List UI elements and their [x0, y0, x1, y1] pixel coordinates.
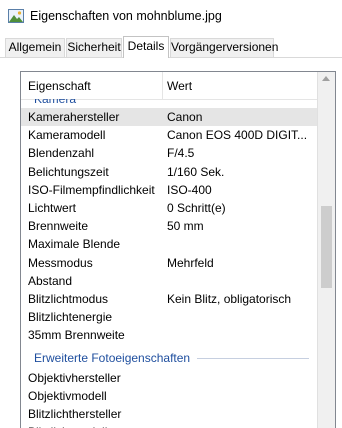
property-name: Blitzlichtmodus	[28, 292, 109, 306]
property-name: Blitzlichtenergie	[28, 310, 113, 325]
tab-allgemein[interactable]: Allgemein	[5, 38, 65, 57]
column-header-property[interactable]: Eigenschaft	[28, 79, 91, 93]
property-value: Canon	[167, 110, 203, 124]
property-name: Lichtwert	[28, 201, 77, 215]
tab-vorgaengerversionen[interactable]: Vorgängerversionen	[170, 38, 278, 57]
property-row[interactable]: ISO-Filmempfindlichkeit ISO-400	[21, 181, 317, 199]
property-name: Objektivhersteller	[28, 370, 121, 385]
property-name: Belichtungszeit	[28, 164, 109, 179]
tab-details[interactable]: Details	[123, 36, 169, 58]
group-header[interactable]: Erweiterte Fotoeigenschaften	[34, 351, 190, 365]
property-value: 50 mm	[167, 219, 204, 234]
property-row[interactable]: Lichtwert 0 Schritt(e)	[21, 199, 317, 217]
window-title: Eigenschaften von mohnblume.jpg	[30, 9, 222, 23]
property-row[interactable]: Maximale Blende	[21, 235, 317, 253]
property-row[interactable]: Objektivmodell	[21, 387, 317, 405]
property-name: Kameramodell	[28, 128, 106, 143]
property-value: Mehrfeld	[167, 255, 214, 270]
property-name: Blitzlichthersteller	[28, 407, 122, 421]
property-value: 0 Schritt(e)	[167, 201, 226, 215]
property-name: Brennweite	[28, 219, 89, 234]
column-separator[interactable]	[162, 72, 163, 99]
property-list[interactable]: Eigenschaft Wert Kamera Kamerahersteller C…	[20, 71, 336, 428]
list-header: Eigenschaft Wert	[21, 72, 317, 100]
vertical-scrollbar[interactable]	[317, 72, 335, 428]
property-name: Blendenzahl	[28, 146, 95, 161]
image-file-icon	[8, 9, 24, 23]
column-header-value[interactable]: Wert	[167, 79, 192, 93]
property-value: Kein Blitz, obligatorisch	[167, 292, 292, 306]
property-row[interactable]: Kameramodell Canon EOS 400D DIGIT...	[21, 126, 317, 144]
list-body: Kamera Kamerahersteller Canon Kameramodell C…	[21, 99, 317, 428]
property-name: ISO-Filmempfindlichkeit	[28, 182, 155, 197]
property-row[interactable]: Blitzlichthersteller	[21, 405, 317, 423]
property-row[interactable]: Belichtungszeit 1/160 Sek.	[21, 163, 317, 181]
property-row[interactable]: Brennweite 50 mm	[21, 217, 317, 235]
property-row[interactable]: Abstand	[21, 272, 317, 290]
property-value: Canon EOS 400D DIGIT...	[167, 128, 308, 143]
property-row[interactable]: Kamerahersteller Canon	[21, 108, 317, 126]
property-row[interactable]: Blitzlichtmodell	[21, 423, 317, 428]
property-row[interactable]: Messmodus Mehrfeld	[21, 254, 317, 272]
property-value: F/4.5	[167, 146, 195, 161]
details-panel: Eigenschaft Wert Kamera Kamerahersteller C…	[0, 58, 342, 428]
property-row[interactable]: Blitzlichtmodus Kein Blitz, obligatorisch	[21, 290, 317, 308]
group-header[interactable]: Kamera	[34, 99, 76, 106]
scroll-up-arrow-icon[interactable]	[322, 76, 330, 81]
property-row[interactable]: Blitzlichtenergie	[21, 308, 317, 326]
scroll-thumb[interactable]	[321, 206, 332, 288]
tab-sicherheit[interactable]: Sicherheit	[66, 38, 122, 57]
tab-strip: Allgemein Sicherheit Details Vorgängerve…	[0, 34, 342, 58]
property-name: 35mm Brennweite	[28, 328, 125, 343]
property-row[interactable]: 35mm Brennweite	[21, 326, 317, 344]
property-row[interactable]: Blendenzahl F/4.5	[21, 144, 317, 162]
property-row[interactable]: Objektivhersteller	[21, 369, 317, 387]
property-name: Maximale Blende	[28, 237, 121, 252]
property-name: Messmodus	[28, 255, 93, 270]
title-bar: Eigenschaften von mohnblume.jpg	[0, 0, 342, 34]
group-divider	[197, 357, 309, 359]
property-value: 1/160 Sek.	[167, 164, 225, 179]
property-name: Abstand	[28, 273, 73, 288]
property-value: ISO-400	[167, 182, 212, 197]
property-name: Objektivmodell	[28, 388, 107, 403]
property-name: Kamerahersteller	[28, 110, 120, 124]
